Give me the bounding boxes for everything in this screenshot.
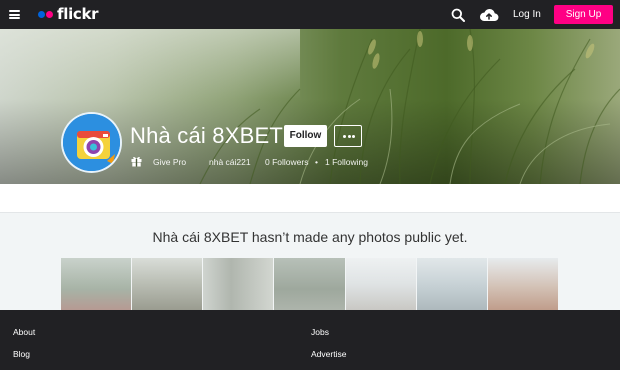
follow-button[interactable]: Follow bbox=[284, 125, 327, 147]
logo-blue-dot bbox=[38, 10, 45, 18]
profile-avatar[interactable] bbox=[61, 112, 122, 173]
logo-pink-dot bbox=[46, 10, 53, 18]
sample-photo bbox=[61, 258, 132, 310]
footer: About Jobs Blog Advertise bbox=[0, 310, 620, 370]
following-link[interactable]: 1 Following bbox=[325, 157, 368, 167]
sample-photo bbox=[203, 258, 274, 310]
profile-subnav bbox=[0, 184, 620, 213]
footer-link-advertise[interactable]: Advertise bbox=[311, 349, 346, 359]
meta-separator: • bbox=[315, 157, 318, 167]
sample-photo bbox=[416, 258, 487, 310]
menu-icon[interactable] bbox=[9, 10, 20, 19]
more-dot-icon bbox=[347, 135, 351, 138]
empty-state-message: Nhà cái 8XBET hasn’t made any photos pub… bbox=[152, 229, 468, 245]
sample-photo bbox=[345, 258, 416, 310]
flickr-logo[interactable]: flickr bbox=[38, 5, 99, 23]
footer-link-jobs[interactable]: Jobs bbox=[311, 327, 329, 337]
more-dot-icon bbox=[352, 135, 355, 138]
username: nhà cái221 bbox=[209, 157, 251, 167]
more-dot-icon bbox=[343, 135, 346, 138]
more-options-button[interactable] bbox=[334, 125, 362, 147]
log-in-link[interactable]: Log In bbox=[513, 9, 541, 20]
footer-link-blog[interactable]: Blog bbox=[13, 349, 30, 359]
give-pro-link[interactable]: Give Pro bbox=[153, 157, 186, 167]
gift-icon[interactable] bbox=[131, 155, 142, 167]
sample-photo-strip bbox=[61, 258, 558, 310]
search-icon[interactable] bbox=[451, 8, 465, 22]
profile-name: Nhà cái 8XBET bbox=[130, 123, 284, 148]
sample-photo bbox=[487, 258, 558, 310]
followers-link[interactable]: 0 Followers bbox=[265, 157, 308, 167]
top-navigation-bar: flickr Log In Sign Up bbox=[0, 0, 620, 29]
upload-cloud-icon[interactable] bbox=[479, 7, 499, 22]
avatar-illustration bbox=[63, 114, 120, 171]
sign-up-button[interactable]: Sign Up bbox=[554, 5, 613, 24]
logo-text: flickr bbox=[57, 5, 99, 23]
sample-photo bbox=[274, 258, 345, 310]
sample-photo bbox=[132, 258, 203, 310]
footer-link-about[interactable]: About bbox=[13, 327, 35, 337]
